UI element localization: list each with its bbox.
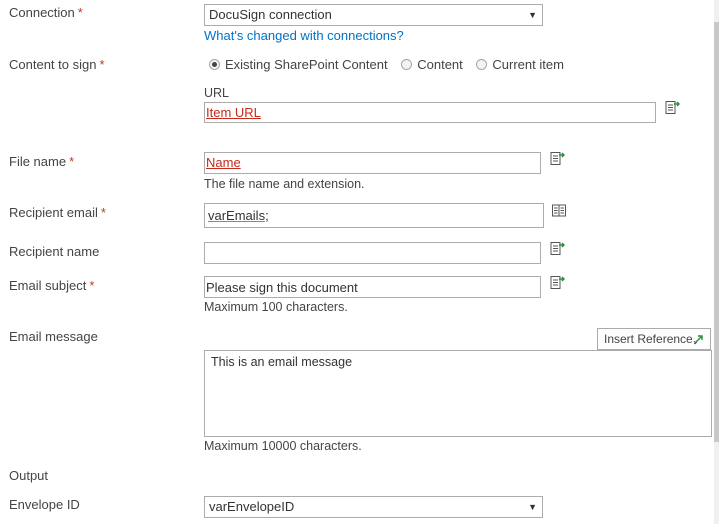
required-marker: *: [69, 154, 75, 169]
email-subject-field[interactable]: Please sign this document: [204, 276, 541, 298]
required-marker: *: [100, 205, 106, 220]
connection-label: Connection *: [9, 5, 83, 20]
connection-label-text: Connection: [9, 5, 75, 20]
insert-reference-button[interactable]: Insert Reference: [597, 328, 711, 350]
whats-changed-link[interactable]: What's changed with connections?: [204, 28, 404, 43]
url-field[interactable]: Item URL: [204, 102, 656, 123]
insert-lookup-icon[interactable]: [549, 241, 565, 257]
output-heading: Output: [9, 468, 49, 483]
email-subject-hint: Maximum 100 characters.: [204, 300, 348, 314]
file-name-hint: The file name and extension.: [204, 177, 365, 191]
file-name-reference[interactable]: Name: [206, 155, 241, 170]
radio-unselected-icon: [401, 59, 413, 70]
vertical-scrollbar[interactable]: [714, 0, 719, 524]
recipient-email-value[interactable]: varEmails;: [208, 208, 269, 223]
insert-lookup-icon[interactable]: [549, 151, 565, 167]
file-name-field[interactable]: Name: [204, 152, 541, 174]
insert-lookup-icon[interactable]: [664, 100, 680, 116]
content-radio-group: Existing SharePoint Content Content Curr…: [209, 57, 574, 72]
radio-selected-icon: [209, 59, 220, 70]
required-marker: *: [99, 57, 105, 72]
address-book-icon[interactable]: [551, 203, 567, 219]
email-subject-value: Please sign this document: [206, 280, 358, 295]
file-name-label-text: File name: [9, 154, 67, 169]
recipient-email-label: Recipient email *: [9, 205, 106, 220]
email-subject-label: Email subject *: [9, 278, 94, 293]
insert-lookup-icon[interactable]: [549, 275, 565, 291]
radio-label: Existing SharePoint Content: [225, 57, 388, 72]
recipient-name-label: Recipient name: [9, 244, 100, 259]
url-field-reference[interactable]: Item URL: [206, 105, 261, 120]
required-marker: *: [77, 5, 83, 20]
radio-content[interactable]: Content: [401, 57, 473, 72]
recipient-name-field[interactable]: [204, 242, 541, 264]
scrollbar-thumb[interactable]: [714, 22, 719, 442]
radio-current-item[interactable]: Current item: [476, 57, 574, 72]
content-to-sign-label: Content to sign *: [9, 57, 105, 72]
content-to-sign-label-text: Content to sign: [9, 57, 97, 72]
insert-reference-icon: [693, 335, 703, 345]
email-subject-label-text: Email subject: [9, 278, 87, 293]
email-message-label: Email message: [9, 329, 98, 344]
email-message-hint: Maximum 10000 characters.: [204, 439, 362, 453]
file-name-label: File name *: [9, 154, 74, 169]
radio-label: Content: [417, 57, 463, 72]
connection-select-value: DocuSign connection: [209, 7, 332, 22]
radio-label: Current item: [492, 57, 564, 72]
envelope-id-select-value: varEnvelopeID: [209, 499, 295, 514]
envelope-id-label: Envelope ID: [9, 497, 80, 512]
dropdown-arrow-icon: ▼: [528, 10, 537, 20]
recipient-email-field[interactable]: varEmails;: [204, 203, 544, 228]
insert-reference-label: Insert Reference: [604, 332, 693, 346]
url-label: URL: [204, 86, 230, 100]
radio-existing-sharepoint[interactable]: Existing SharePoint Content: [209, 57, 398, 72]
required-marker: *: [89, 278, 95, 293]
envelope-id-select[interactable]: varEnvelopeID ▼: [204, 496, 543, 518]
email-message-textarea[interactable]: This is an email message: [204, 350, 712, 437]
dropdown-arrow-icon: ▼: [528, 502, 537, 512]
recipient-email-label-text: Recipient email: [9, 205, 98, 220]
radio-unselected-icon: [476, 59, 488, 70]
connection-select[interactable]: DocuSign connection ▼: [204, 4, 543, 26]
